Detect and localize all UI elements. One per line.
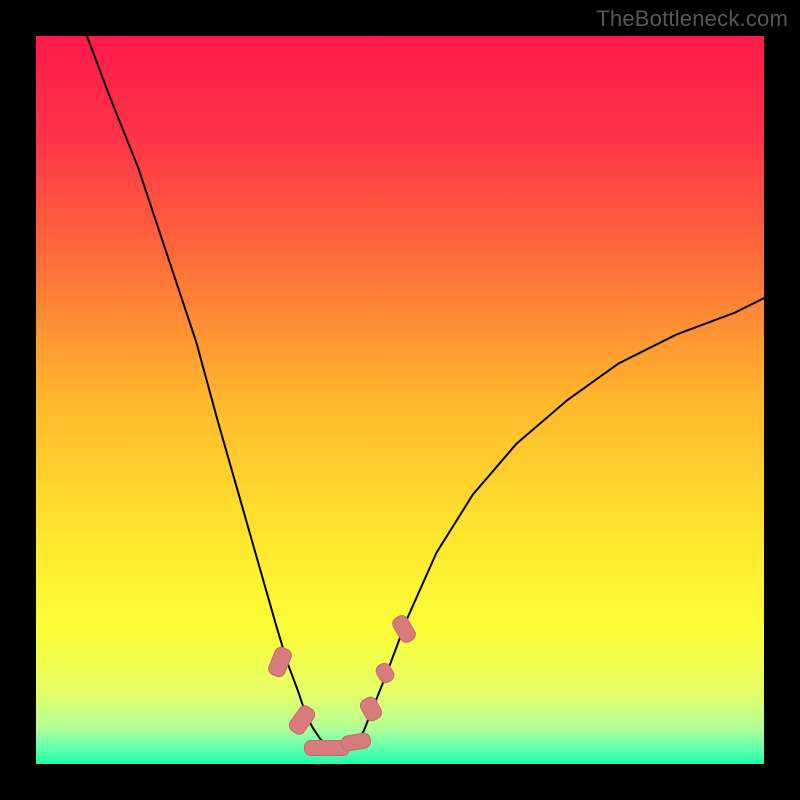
plot-area — [36, 36, 764, 764]
chart-frame: TheBottleneck.com — [0, 0, 800, 800]
watermark-text: TheBottleneck.com — [596, 6, 788, 32]
bottleneck-curve — [36, 36, 764, 764]
